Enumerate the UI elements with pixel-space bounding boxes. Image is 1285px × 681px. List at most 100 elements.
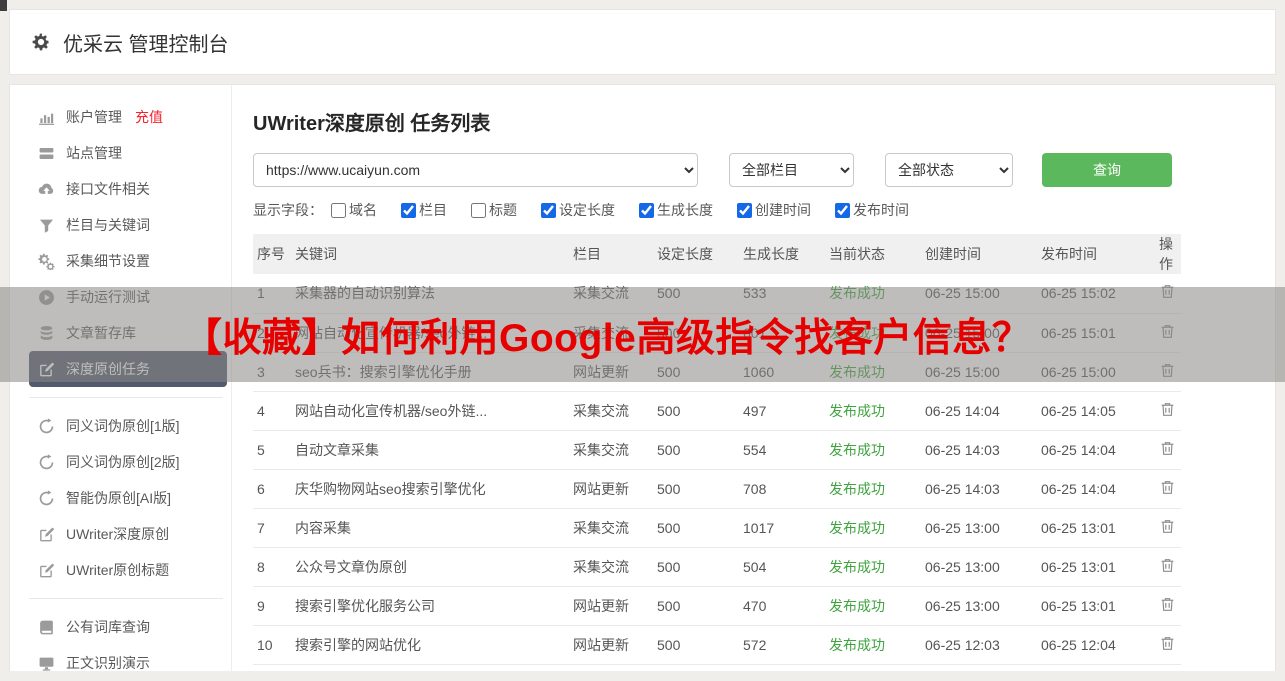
checkbox-set-length[interactable] bbox=[541, 202, 556, 218]
sidebar-divider bbox=[29, 598, 223, 599]
column-cell: 采集交流 bbox=[569, 508, 653, 548]
sidebar-item-label: 正文识别演示 bbox=[66, 655, 150, 671]
sidebar-item-synonym-rewrite-v2[interactable]: 同义词伪原创[2版] bbox=[29, 444, 227, 480]
column-cell: 采集交流 bbox=[569, 313, 653, 353]
site-select[interactable]: https://www.ucaiyun.com bbox=[253, 153, 698, 187]
sidebar-item-manual-run-test[interactable]: 手动运行测试 bbox=[29, 279, 227, 315]
gen-length-cell: 533 bbox=[739, 274, 825, 314]
column-select[interactable]: 全部栏目 bbox=[729, 153, 854, 187]
delete-button[interactable] bbox=[1159, 479, 1176, 499]
refresh-icon bbox=[38, 417, 55, 435]
column-cell: 采集交流 bbox=[569, 274, 653, 314]
sidebar-item-label: 接口文件相关 bbox=[66, 181, 150, 197]
created-time-cell: 06-25 14:03 bbox=[921, 430, 1037, 470]
filter-row: https://www.ucaiyun.com 全部栏目 全部状态 查询 bbox=[253, 153, 1275, 187]
recharge-badge[interactable]: 充值 bbox=[135, 107, 163, 127]
created-time-cell: 06-25 15:00 bbox=[921, 313, 1037, 353]
column-cell: 网站更新 bbox=[569, 586, 653, 626]
created-time-cell: 06-25 13:00 bbox=[921, 586, 1037, 626]
sidebar-item-label: 账户管理 bbox=[66, 109, 122, 125]
published-time-cell: 06-25 15:02 bbox=[1037, 274, 1155, 314]
checkbox-title[interactable] bbox=[471, 202, 486, 218]
status-cell: 发布成功 bbox=[825, 274, 921, 314]
delete-button[interactable] bbox=[1159, 323, 1176, 343]
trash-icon bbox=[1159, 557, 1176, 577]
gen-length-cell: 601 bbox=[739, 313, 825, 353]
content-card: 账户管理 充值站点管理接口文件相关栏目与关键词 采集细节设置 手动运行测试 文章暂存库深… bbox=[9, 84, 1276, 671]
sidebar-item-uwriter-deep-original[interactable]: UWriter深度原创 bbox=[29, 516, 227, 552]
delete-button[interactable] bbox=[1159, 518, 1176, 538]
row-index: 5 bbox=[253, 430, 291, 470]
checkbox-published-time[interactable] bbox=[835, 202, 850, 218]
sidebar-item-content-recognition-demo[interactable]: 正文识别演示 bbox=[29, 645, 227, 681]
delete-button[interactable] bbox=[1159, 440, 1176, 460]
sidebar-item-collect-settings[interactable]: 采集细节设置 bbox=[29, 243, 227, 279]
field-checkbox-domain[interactable]: 域名 bbox=[331, 200, 377, 220]
sidebar-item-label: 同义词伪原创[1版] bbox=[66, 418, 180, 434]
checkbox-column[interactable] bbox=[401, 202, 416, 218]
sidebar-item-deep-original-tasks[interactable]: 深度原创任务 bbox=[29, 351, 227, 387]
sidebar-item-interface-files[interactable]: 接口文件相关 bbox=[29, 171, 227, 207]
sidebar-item-synonym-rewrite-v1[interactable]: 同义词伪原创[1版] bbox=[29, 408, 227, 444]
action-cell bbox=[1155, 469, 1181, 509]
table-row: 3 seo兵书：搜索引擎优化手册 网站更新 500 1060 发布成功 06-25 15:0… bbox=[253, 352, 1181, 392]
column-cell: 采集交流 bbox=[569, 391, 653, 431]
delete-button[interactable] bbox=[1159, 362, 1176, 382]
sidebar-item-article-buffer[interactable]: 文章暂存库 bbox=[29, 315, 227, 351]
delete-button[interactable] bbox=[1159, 635, 1176, 655]
delete-button[interactable] bbox=[1159, 401, 1176, 421]
action-cell bbox=[1155, 313, 1181, 353]
edit-icon bbox=[38, 361, 55, 378]
keyword-cell: 自动文章采集 bbox=[291, 430, 569, 470]
sidebar-item-columns-keywords[interactable]: 栏目与关键词 bbox=[29, 207, 227, 243]
status-cell: 发布成功 bbox=[825, 313, 921, 353]
checkbox-domain[interactable] bbox=[331, 202, 346, 218]
field-checkbox-list: 域名 栏目 标题 设定长度 生成长度 创建时间 发布时间 bbox=[331, 200, 909, 220]
play-icon bbox=[38, 289, 55, 306]
refresh-icon bbox=[38, 453, 55, 471]
column-cell: 网站更新 bbox=[569, 625, 653, 665]
sidebar-item-site-management[interactable]: 站点管理 bbox=[29, 135, 227, 171]
sidebar-item-label: 站点管理 bbox=[66, 145, 122, 161]
table-row: 7 内容采集 采集交流 500 1017 发布成功 06-25 13:00 06-25 13:… bbox=[253, 508, 1181, 548]
gen-length-cell: 497 bbox=[739, 391, 825, 431]
published-time-cell: 06-25 13:01 bbox=[1037, 508, 1155, 548]
published-time-cell: 06-25 12:04 bbox=[1037, 625, 1155, 665]
sidebar-item-account-management[interactable]: 账户管理 充值 bbox=[29, 99, 227, 135]
field-checkbox-title[interactable]: 标题 bbox=[471, 200, 517, 220]
set-length-cell: 500 bbox=[653, 625, 739, 665]
field-checkbox-label: 创建时间 bbox=[755, 202, 811, 218]
delete-button[interactable] bbox=[1159, 283, 1176, 303]
sidebar-item-ai-rewrite[interactable]: 智能伪原创[AI版] bbox=[29, 480, 227, 516]
delete-button[interactable] bbox=[1159, 557, 1176, 577]
field-checkbox-published-time[interactable]: 发布时间 bbox=[835, 200, 909, 220]
table-row: 10 搜索引擎的网站优化 网站更新 500 572 发布成功 06-25 12:03 06-2… bbox=[253, 625, 1181, 665]
table-header-row: 序号 关键词 栏目 设定长度 生成长度 当前状态 创建时间 发布时间 操作 bbox=[253, 234, 1181, 274]
fields-row: 显示字段： 域名 栏目 标题 设定长度 生成长度 创建时间 发布时间 bbox=[253, 200, 1275, 220]
column-header: 设定长度 bbox=[653, 234, 739, 274]
book-icon bbox=[38, 619, 55, 636]
table-body: 1 采集器的自动识别算法 采集交流 500 533 发布成功 06-25 15:00 06-2… bbox=[253, 274, 1181, 665]
query-button[interactable]: 查询 bbox=[1042, 153, 1172, 187]
column-cell: 网站更新 bbox=[569, 469, 653, 509]
checkbox-gen-length[interactable] bbox=[639, 202, 654, 218]
delete-button[interactable] bbox=[1159, 596, 1176, 616]
published-time-cell: 06-25 13:01 bbox=[1037, 547, 1155, 587]
server-icon bbox=[38, 145, 55, 162]
column-header: 创建时间 bbox=[921, 234, 1037, 274]
checkbox-created-time[interactable] bbox=[737, 202, 752, 218]
field-checkbox-created-time[interactable]: 创建时间 bbox=[737, 200, 811, 220]
status-select[interactable]: 全部状态 bbox=[885, 153, 1013, 187]
sidebar-item-uwriter-original-title[interactable]: UWriter原创标题 bbox=[29, 552, 227, 588]
trash-icon bbox=[1159, 479, 1176, 499]
trash-icon bbox=[1159, 362, 1176, 382]
app-header: 优采云 管理控制台 bbox=[9, 9, 1276, 75]
field-checkbox-column[interactable]: 栏目 bbox=[401, 200, 447, 220]
sidebar-item-public-thesaurus-query[interactable]: 公有词库查询 bbox=[29, 609, 227, 645]
field-checkbox-set-length[interactable]: 设定长度 bbox=[541, 200, 615, 220]
bar-chart-icon bbox=[38, 109, 55, 126]
field-checkbox-gen-length[interactable]: 生成长度 bbox=[639, 200, 713, 220]
set-length-cell: 500 bbox=[653, 274, 739, 314]
set-length-cell: 500 bbox=[653, 547, 739, 587]
status-cell: 发布成功 bbox=[825, 508, 921, 548]
